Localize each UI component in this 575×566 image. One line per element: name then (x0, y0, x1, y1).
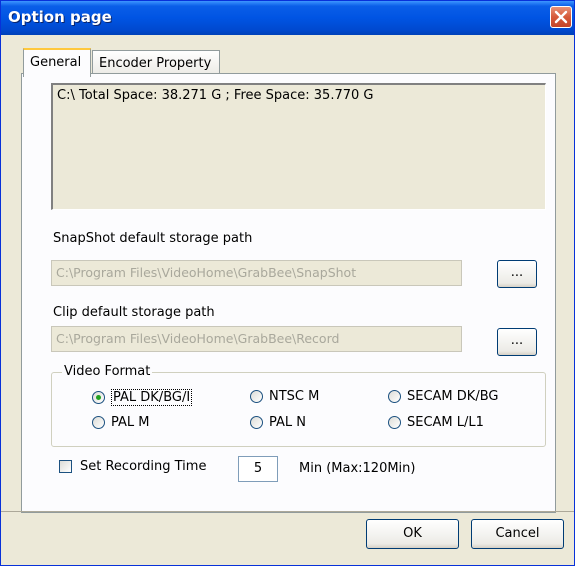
recording-minutes-input[interactable]: 5 (238, 456, 278, 482)
radio-pal-dk-bg-i-label: PAL DK/BG/I (111, 389, 193, 406)
radio-unchecked-icon (250, 390, 263, 403)
checkbox-unchecked-icon (59, 460, 72, 473)
radio-checked-icon (92, 391, 105, 404)
set-recording-time-label: Set Recording Time (80, 459, 207, 474)
radio-pal-n-label: PAL N (269, 415, 307, 430)
footer-divider (1, 511, 574, 512)
tab-encoder-property-label: Encoder Property (99, 56, 212, 71)
recording-minutes-unit: Min (Max:120Min) (299, 461, 416, 476)
tab-general[interactable]: General (23, 48, 91, 77)
radio-unchecked-icon (388, 390, 401, 403)
title-bar[interactable]: Option page (1, 1, 574, 35)
video-format-group: Video Format PAL DK/BG/I NTSC M SECAM DK… (51, 364, 546, 447)
tab-encoder-property[interactable]: Encoder Property (92, 50, 220, 74)
ok-button[interactable]: OK (366, 519, 459, 549)
clip-path-label: Clip default storage path (53, 305, 215, 320)
snapshot-browse-button[interactable]: ... (497, 260, 537, 288)
radio-secam-l-l1[interactable]: SECAM L/L1 (388, 415, 484, 430)
radio-pal-n[interactable]: PAL N (250, 415, 306, 430)
clip-browse-button[interactable]: ... (497, 328, 537, 356)
snapshot-path-label: SnapShot default storage path (53, 231, 253, 246)
set-recording-time-checkbox[interactable]: Set Recording Time (59, 459, 206, 474)
tab-general-label: General (30, 55, 82, 70)
radio-pal-m[interactable]: PAL M (92, 415, 150, 430)
close-button[interactable] (550, 6, 572, 28)
disk-info-box: C:\ Total Space: 38.271 G ; Free Space: … (51, 83, 546, 210)
disk-info-text: C:\ Total Space: 38.271 G ; Free Space: … (57, 88, 374, 103)
radio-unchecked-icon (250, 416, 263, 429)
cancel-button[interactable]: Cancel (471, 519, 564, 549)
radio-pal-dk-bg-i[interactable]: PAL DK/BG/I (92, 389, 193, 406)
radio-unchecked-icon (92, 416, 105, 429)
window-title: Option page (8, 8, 112, 26)
video-format-legend: Video Format (62, 364, 153, 379)
radio-secam-dk-bg[interactable]: SECAM DK/BG (388, 389, 498, 404)
general-tab-panel: C:\ Total Space: 38.271 G ; Free Space: … (21, 73, 556, 513)
option-dialog: Option page General Encoder Property C:\… (0, 0, 575, 566)
close-icon (554, 10, 568, 24)
radio-secam-dk-bg-label: SECAM DK/BG (407, 389, 499, 404)
snapshot-path-field[interactable]: C:\Program Files\VideoHome\GrabBee\SnapS… (51, 260, 462, 286)
clip-path-field[interactable]: C:\Program Files\VideoHome\GrabBee\Recor… (51, 326, 462, 352)
radio-pal-m-label: PAL M (111, 415, 150, 430)
radio-ntsc-m[interactable]: NTSC M (250, 389, 319, 404)
radio-unchecked-icon (388, 416, 401, 429)
radio-ntsc-m-label: NTSC M (269, 389, 320, 404)
radio-secam-l-l1-label: SECAM L/L1 (407, 415, 484, 430)
